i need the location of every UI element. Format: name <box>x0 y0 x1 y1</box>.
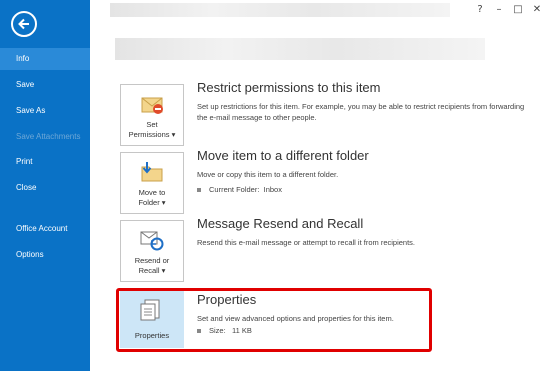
resend-or-recall-button[interactable]: Resend or Recall ▾ <box>120 220 184 282</box>
current-folder-label: Current Folder: <box>209 185 260 194</box>
set-permissions-label-2: Permissions ▾ <box>128 130 176 139</box>
title-bar: ? – □ ✕ <box>90 0 546 22</box>
nav-print[interactable]: Print <box>0 151 90 173</box>
nav-close[interactable]: Close <box>0 177 90 199</box>
move-folder-icon <box>139 161 165 183</box>
bullet-icon <box>197 188 201 193</box>
move-to-folder-button[interactable]: Move to Folder ▾ <box>120 152 184 214</box>
close-window-button[interactable]: ✕ <box>530 4 544 15</box>
permissions-title: Restrict permissions to this item <box>197 80 381 95</box>
move-description: Move or copy this item to a different fo… <box>197 170 339 179</box>
restore-button[interactable]: □ <box>511 4 525 15</box>
backstage-sidebar: Info Save Save As Save Attachments Print… <box>0 0 90 371</box>
back-button[interactable] <box>11 11 37 37</box>
move-to-folder-label-1: Move to <box>138 188 166 197</box>
resend-label-2: Recall ▾ <box>138 266 166 275</box>
nav-save-as[interactable]: Save As <box>0 100 90 122</box>
move-title: Move item to a different folder <box>197 148 369 163</box>
blurred-title <box>110 3 450 17</box>
resend-description: Resend this e-mail message or attempt to… <box>197 238 416 247</box>
help-button[interactable]: ? <box>473 4 487 15</box>
resend-recall-icon <box>139 229 165 251</box>
resend-title: Message Resend and Recall <box>197 216 364 231</box>
bullet-icon <box>197 329 201 334</box>
back-arrow-icon <box>18 18 29 30</box>
minimize-button[interactable]: – <box>492 4 506 15</box>
move-to-folder-label-2: Folder ▾ <box>138 198 166 207</box>
current-folder-info: Current Folder: Inbox <box>197 185 282 194</box>
nav-options[interactable]: Options <box>0 244 90 266</box>
permissions-description: Set up restrictions for this item. For e… <box>197 102 525 122</box>
properties-description: Set and view advanced options and proper… <box>197 314 394 323</box>
blurred-header <box>115 38 485 60</box>
nav-info[interactable]: Info <box>0 48 90 70</box>
nav-save[interactable]: Save <box>0 74 90 96</box>
size-info: Size: 11 KB <box>197 326 252 335</box>
properties-title: Properties <box>197 292 257 307</box>
current-folder-value: Inbox <box>263 185 282 194</box>
set-permissions-label-1: Set <box>146 120 158 129</box>
nav-save-attachments: Save Attachments <box>16 132 81 141</box>
resend-label-1: Resend or <box>134 256 170 265</box>
set-permissions-button[interactable]: Set Permissions ▾ <box>120 84 184 146</box>
envelope-lock-icon <box>139 93 165 115</box>
nav-office-account[interactable]: Office Account <box>0 218 90 240</box>
size-label: Size: <box>209 326 226 335</box>
size-value: 11 KB <box>231 326 252 335</box>
